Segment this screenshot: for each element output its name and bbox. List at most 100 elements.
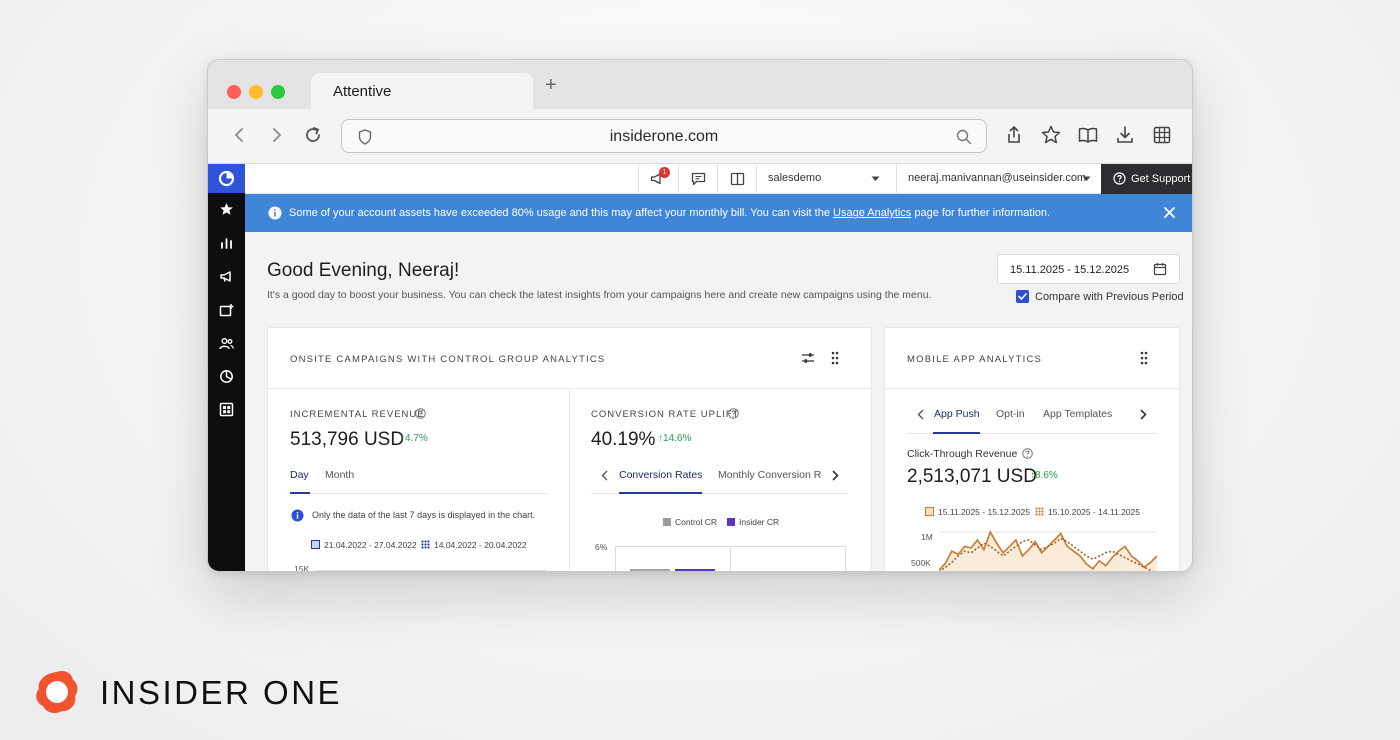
dashboard-content: Good Evening, Neeraj! It's a good day to… — [245, 232, 1192, 572]
click-through-revenue-delta: ↑8.6% — [1030, 470, 1058, 481]
tab-day-indicator — [290, 492, 310, 494]
user-email: neeraj.manivannan@useinsider.com — [908, 172, 1087, 184]
analytics-chart-icon[interactable] — [218, 235, 235, 252]
conversion-rate-label: CONVERSION RATE UPLIFT — [591, 409, 740, 420]
legend-previous-range: 15.10.2025 - 14.11.2025 — [1048, 507, 1141, 517]
close-icon[interactable] — [1163, 206, 1176, 219]
chevron-right-icon[interactable] — [832, 470, 839, 481]
legend-control-cr: Control CR — [675, 517, 718, 527]
user-dropdown[interactable]: neeraj.manivannan@useinsider.com — [896, 164, 1103, 194]
legend-swatch-insider — [727, 518, 735, 526]
revenue-axis-top-label: 15K — [294, 564, 310, 572]
forward-icon[interactable] — [265, 124, 287, 146]
greeting-subtitle: It's a good day to boost your business. … — [267, 289, 932, 301]
conversion-plot-divider — [730, 546, 731, 571]
notifications-button[interactable]: 1 — [638, 164, 678, 194]
conversion-axis-top-label: 6% — [595, 542, 608, 552]
help-icon[interactable] — [415, 408, 426, 419]
usage-warning-banner: Some of your account assets have exceede… — [245, 194, 1192, 232]
chevron-right-icon[interactable] — [1140, 409, 1147, 420]
chevron-left-icon[interactable] — [601, 470, 608, 481]
metric-divider — [569, 389, 570, 571]
insider-one-logo-icon — [36, 670, 78, 714]
control-cr-bar — [630, 569, 670, 571]
incremental-revenue-delta: ↑4.7% — [400, 433, 428, 444]
megaphone-icon[interactable] — [218, 268, 235, 285]
app-topbar: 1 salesdemo neeraj.manivannan@useinsider… — [245, 164, 1192, 194]
maximize-window-button[interactable] — [271, 85, 285, 99]
tab-month[interactable]: Month — [325, 469, 354, 481]
back-icon[interactable] — [229, 124, 251, 146]
conversion-rate-value: 40.19% — [591, 429, 656, 450]
browser-tab[interactable]: Attentive — [311, 73, 533, 109]
sidebar-logo[interactable] — [208, 164, 245, 193]
docs-button[interactable] — [717, 164, 756, 194]
click-through-revenue-label: Click-Through Revenue — [907, 448, 1018, 460]
incremental-revenue-value: 513,796 USD — [290, 429, 405, 450]
search-icon[interactable] — [956, 129, 972, 145]
app-area: 1 salesdemo neeraj.manivannan@useinsider… — [208, 164, 1192, 572]
date-range-value: 15.11.2025 - 15.12.2025 — [1010, 264, 1130, 276]
onsite-card-title: ONSITE CAMPAIGNS WITH CONTROL GROUP ANAL… — [290, 354, 606, 365]
download-icon[interactable] — [1114, 124, 1136, 146]
bookmark-star-icon[interactable] — [1040, 124, 1062, 146]
tab-track — [290, 493, 547, 494]
minimize-window-button[interactable] — [249, 85, 263, 99]
tab-monthly-conversion[interactable]: Monthly Conversion R — [718, 469, 821, 481]
address-bar[interactable]: insiderone.com — [341, 119, 987, 153]
chart-info-text: Only the data of the last 7 days is disp… — [312, 510, 536, 520]
tab-overview-icon[interactable] — [1151, 124, 1173, 146]
campaign-add-icon[interactable] — [218, 302, 235, 319]
get-support-label: Get Support — [1131, 173, 1191, 185]
insider-logo-icon — [218, 170, 235, 187]
share-icon[interactable] — [1003, 124, 1025, 146]
dashboard-grid-icon[interactable] — [218, 401, 235, 418]
greeting-title: Good Evening, Neeraj! — [267, 260, 460, 281]
brand-name: INSIDER ONE — [100, 674, 343, 711]
get-support-button[interactable]: Get Support — [1101, 164, 1192, 194]
users-icon[interactable] — [218, 335, 235, 352]
mobile-card-title: MOBILE APP ANALYTICS — [907, 354, 1043, 365]
tab-conversion-rates[interactable]: Conversion Rates — [619, 469, 702, 481]
account-dropdown[interactable]: salesdemo — [756, 164, 896, 194]
compare-checkbox[interactable] — [1016, 290, 1029, 303]
help-icon[interactable] — [1022, 448, 1033, 459]
filter-sliders-icon[interactable] — [801, 352, 815, 364]
browser-titlebar: Attentive + — [208, 60, 1192, 109]
onsite-campaigns-card: ONSITE CAMPAIGNS WITH CONTROL GROUP ANAL… — [267, 327, 872, 572]
favorites-star-icon[interactable] — [218, 201, 235, 218]
account-name: salesdemo — [768, 172, 822, 184]
tab-app-templates[interactable]: App Templates — [1043, 408, 1112, 420]
help-icon[interactable] — [728, 408, 739, 419]
tab-day[interactable]: Day — [290, 469, 309, 481]
usage-analytics-link[interactable]: Usage Analytics — [833, 207, 911, 219]
legend-swatch-control — [663, 518, 671, 526]
close-window-button[interactable] — [227, 85, 241, 99]
drag-handle-icon[interactable] — [1140, 351, 1148, 365]
pie-chart-icon[interactable] — [218, 368, 235, 385]
url-text: insiderone.com — [609, 128, 719, 145]
chat-icon — [691, 172, 706, 186]
reload-icon[interactable] — [302, 124, 324, 146]
tab-app-push-indicator — [933, 432, 980, 434]
tab-app-push[interactable]: App Push — [934, 408, 980, 420]
messages-button[interactable] — [678, 164, 717, 194]
chevron-left-icon[interactable] — [917, 409, 924, 420]
legend-current-range: 15.11.2025 - 15.12.2025 — [938, 507, 1031, 517]
tab-opt-in[interactable]: Opt-in — [996, 408, 1025, 420]
browser-tab-title: Attentive — [333, 83, 392, 100]
checkmark-icon — [1018, 293, 1027, 301]
legend-previous-range: 14.04.2022 - 20.04.2022 — [434, 540, 527, 550]
chevron-down-icon — [871, 176, 880, 181]
new-tab-button[interactable]: + — [545, 74, 557, 97]
drag-handle-icon[interactable] — [831, 351, 839, 365]
book-icon — [730, 172, 745, 186]
reader-icon[interactable] — [1077, 124, 1099, 146]
incremental-revenue-label: INCREMENTAL REVENUE — [290, 409, 425, 420]
date-range-picker[interactable]: 15.11.2025 - 15.12.2025 — [997, 254, 1180, 284]
mobile-app-analytics-card: MOBILE APP ANALYTICS App Push Opt-in App… — [884, 327, 1180, 571]
compare-label: Compare with Previous Period — [1035, 291, 1184, 303]
browser-window: Attentive + insiderone.com 1 salesdemo n… — [207, 59, 1193, 572]
click-through-revenue-delta-value: 8.6% — [1035, 470, 1058, 481]
legend-swatch-previous — [1035, 507, 1044, 516]
